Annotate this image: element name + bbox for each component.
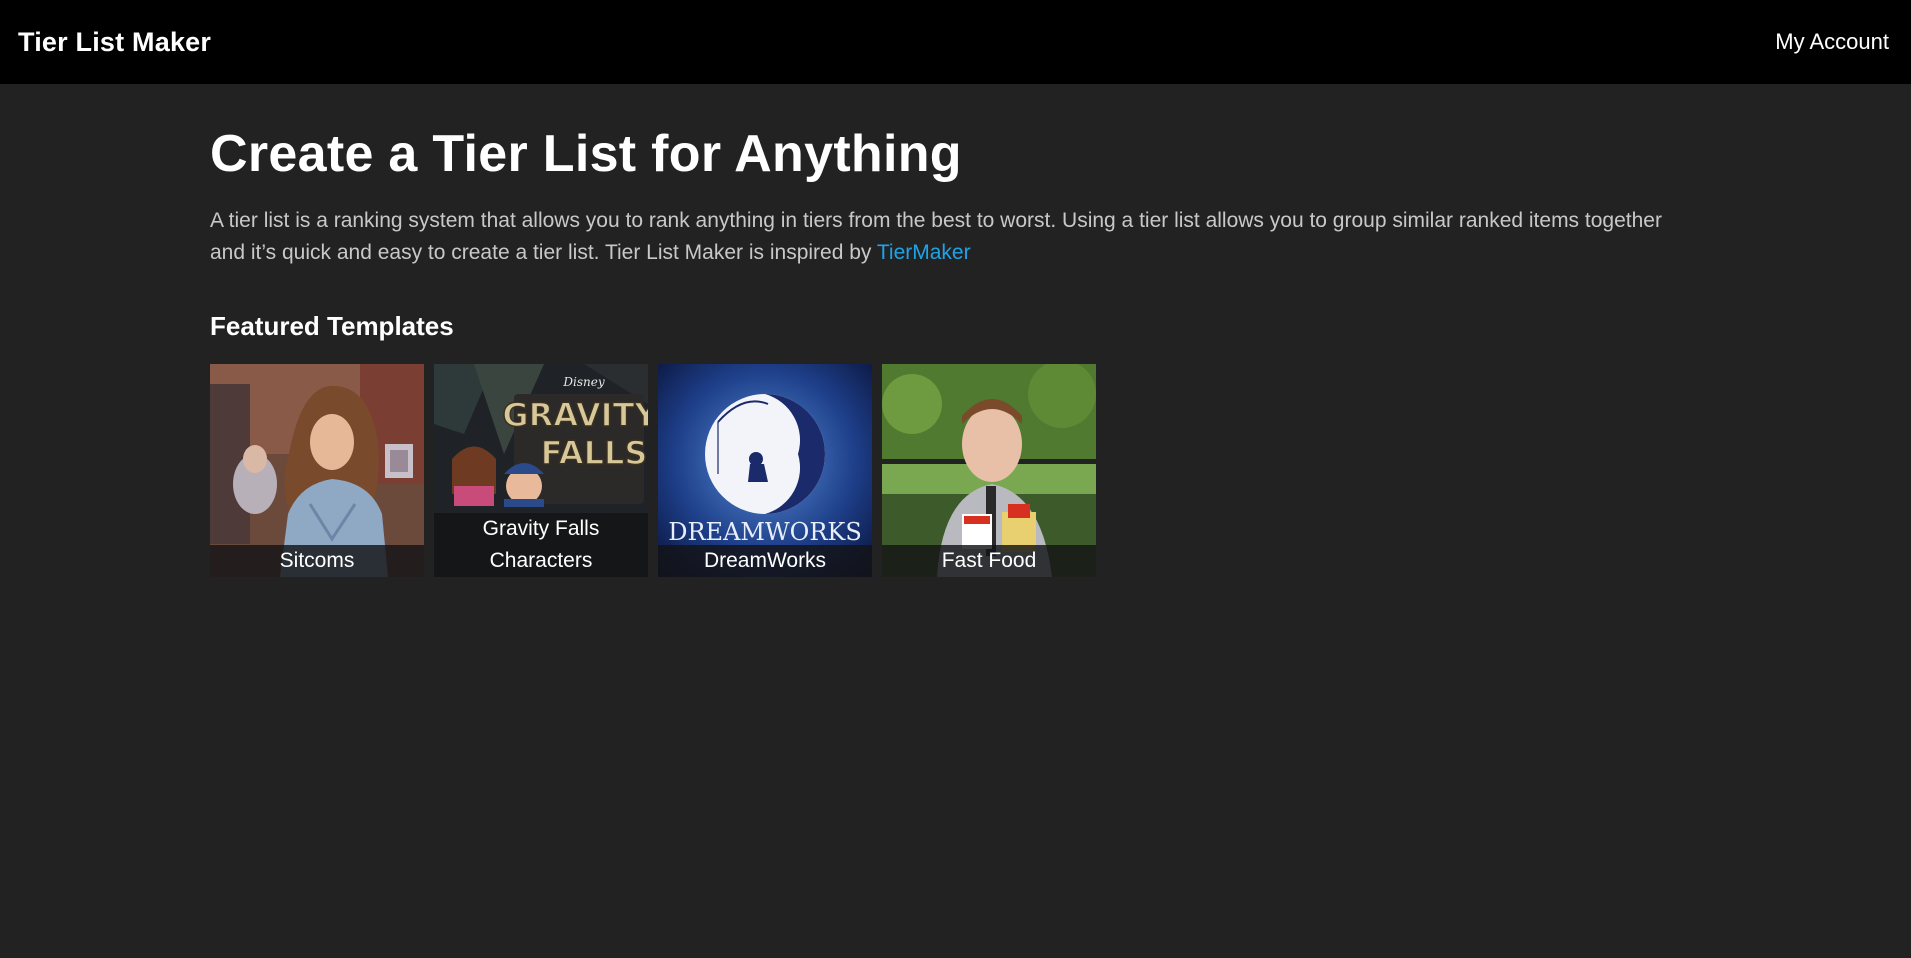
svg-text:DREAMWORKS: DREAMWORKS (668, 518, 862, 546)
template-label: DreamWorks (658, 545, 872, 577)
tiermaker-link[interactable]: TierMaker (877, 241, 971, 264)
brand-logo-link[interactable]: Tier List Maker (18, 27, 211, 58)
template-label: Gravity Falls Characters (434, 513, 648, 577)
template-card-gravity-falls[interactable]: Disney GRAVITY FALLS Gravity Falls Chara… (434, 364, 648, 577)
main-content: Create a Tier List for Anything A tier l… (210, 84, 1710, 577)
template-label: Sitcoms (210, 545, 424, 577)
svg-text:FALLS: FALLS (541, 434, 648, 472)
my-account-link[interactable]: My Account (1775, 29, 1889, 55)
svg-text:Disney: Disney (562, 375, 604, 389)
svg-text:GRAVITY: GRAVITY (502, 396, 648, 434)
featured-templates-heading: Featured Templates (210, 311, 454, 341)
top-nav-bar: Tier List Maker My Account (0, 0, 1911, 84)
template-card-dreamworks[interactable]: DREAMWORKS DreamWorks (658, 364, 872, 577)
intro-paragraph: A tier list is a ranking system that all… (210, 205, 1700, 269)
template-card-fast-food[interactable]: Fast Food (882, 364, 1096, 577)
page-title: Create a Tier List for Anything (210, 125, 962, 183)
template-card-sitcoms[interactable]: Sitcoms (210, 364, 424, 577)
template-label: Fast Food (882, 545, 1096, 577)
featured-templates-grid: Sitcoms Disney GRAVITY FALLS Gravity Fal… (210, 364, 1710, 577)
